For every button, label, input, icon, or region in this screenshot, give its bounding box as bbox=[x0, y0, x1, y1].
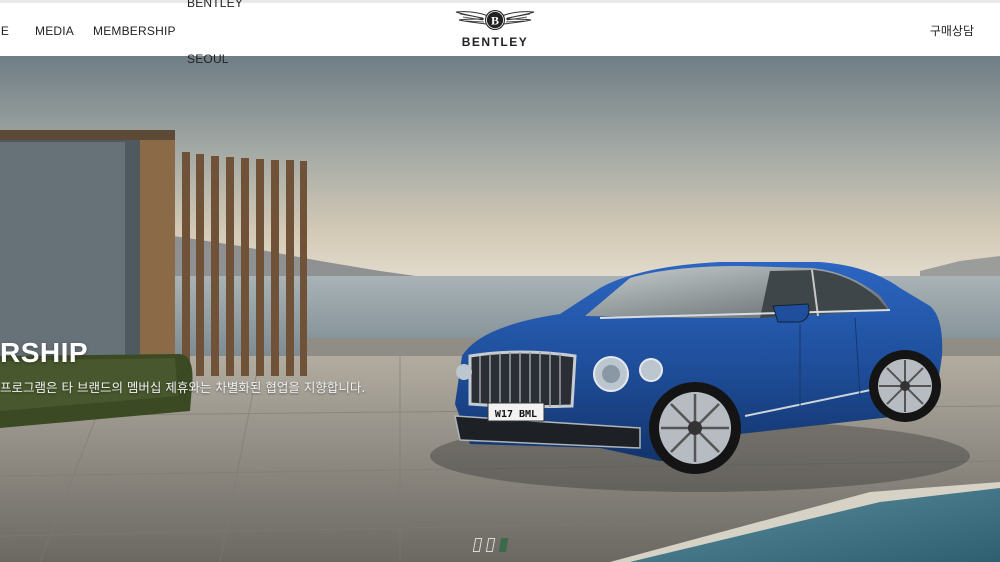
nav-item-bentley-seoul[interactable]: BENTLEY SEOUL bbox=[187, 0, 243, 87]
slider-dot-1[interactable] bbox=[472, 538, 483, 552]
hero-headline: RSHIP bbox=[0, 337, 89, 368]
hero-description: 프로그램은 타 브랜드의 멤버십 제휴와는 차별화된 협업을 지향합니다. bbox=[0, 380, 366, 395]
bentley-logo[interactable]: B BENTLEY bbox=[445, 6, 545, 56]
license-plate-text: W17 BML bbox=[495, 409, 537, 420]
hero-scene-image: W17 BML bbox=[0, 56, 1000, 562]
slider-dot-3-active[interactable] bbox=[498, 538, 509, 552]
purchase-consult-link[interactable]: 구매상담 bbox=[930, 3, 974, 59]
nav-item-partial[interactable]: CE bbox=[0, 3, 12, 59]
hero-banner: W17 BML RSHIP 프로그램은 타 브랜드의 멤버십 제휴와는 차별화된… bbox=[0, 56, 1000, 562]
nav-item-membership[interactable]: MEMBERSHIP bbox=[93, 3, 176, 59]
slider-pagination bbox=[472, 538, 509, 552]
site-header: CE MEDIA MEMBERSHIP BENTLEY SEOUL B BENT… bbox=[0, 0, 1000, 66]
logo-wordmark: BENTLEY bbox=[461, 35, 529, 49]
slider-dot-2[interactable] bbox=[485, 538, 496, 552]
winged-b-icon: B bbox=[455, 10, 535, 30]
nav-item-media[interactable]: MEDIA bbox=[35, 3, 74, 59]
svg-text:B: B bbox=[491, 14, 499, 28]
